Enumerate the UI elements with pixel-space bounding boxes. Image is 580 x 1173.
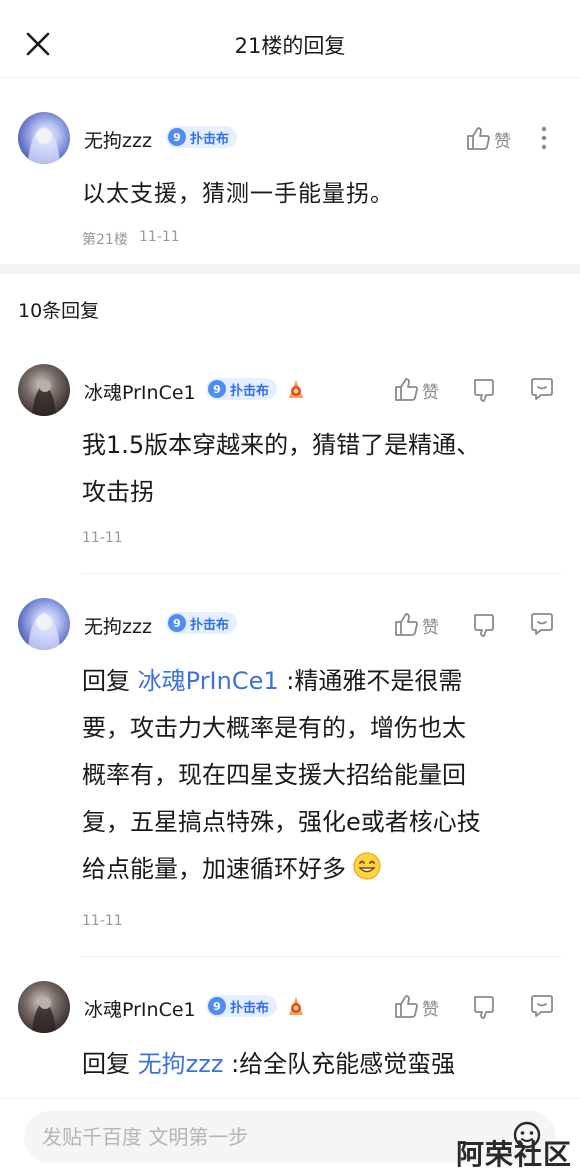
reply-line: 回复 无拘zzz :给全队充能感觉蛮强	[82, 1041, 562, 1088]
like-label[interactable]: 赞	[494, 127, 511, 152]
like-label[interactable]: 赞	[422, 995, 439, 1020]
thumbs-up-icon[interactable]	[392, 375, 420, 403]
reply-line: 复，五星搞点特殊，强化e或者核心技	[82, 808, 481, 836]
reply-date: 11-11	[82, 530, 123, 546]
section-divider	[0, 264, 580, 274]
reply-line: 概率有，现在四星支援大招给能量回	[82, 761, 466, 789]
fan-medal-icon	[289, 380, 303, 398]
username[interactable]: 无拘zzz	[84, 126, 152, 153]
username[interactable]: 冰魂PrInCe1	[84, 378, 196, 405]
like-label[interactable]: 赞	[422, 378, 439, 403]
reply-date: 11-11	[82, 913, 123, 929]
divider	[82, 956, 562, 957]
post-content: 以太支援，猜测一手能量拐。	[82, 181, 394, 207]
reply-content: 回复 无拘zzz :给全队充能感觉蛮强	[82, 1041, 562, 1088]
comment-icon[interactable]	[528, 610, 556, 638]
level-title: 扑击布	[230, 1000, 270, 1016]
mention-link[interactable]: 无拘zzz	[138, 1050, 224, 1078]
level-number: 9	[208, 380, 226, 398]
reply-content: 我1.5版本穿越来的，猜错了是精通、 攻击拐	[82, 422, 562, 516]
divider	[82, 573, 562, 574]
thumbs-down-icon[interactable]	[470, 376, 498, 404]
thumbs-up-icon[interactable]	[392, 610, 420, 638]
level-badge: 9 扑击布	[166, 612, 238, 634]
smile-emoji-icon	[353, 852, 381, 880]
reply-line: 要，攻击力大概率是有的，增伤也太	[82, 714, 466, 742]
level-badge: 9 扑击布	[166, 126, 238, 148]
thumbs-down-icon[interactable]	[470, 993, 498, 1021]
comment-icon[interactable]	[528, 375, 556, 403]
level-badge: 9 扑击布	[206, 995, 278, 1017]
floor-number: 第21楼	[82, 232, 128, 248]
avatar[interactable]	[18, 112, 70, 164]
reply-line: 攻击拐	[82, 478, 154, 506]
thumbs-up-icon[interactable]	[464, 124, 492, 152]
reply-line-rest: :给全队充能感觉蛮强	[231, 1050, 456, 1078]
reply-line: 回复 冰魂PrInCe1 :精通雅不是很需	[82, 658, 562, 705]
watermark: 阿荣社区	[455, 1138, 572, 1171]
more-options-icon[interactable]	[530, 124, 558, 152]
level-title: 扑击布	[190, 617, 230, 633]
reply-content: 回复 冰魂PrInCe1 :精通雅不是很需 要，攻击力大概率是有的，增伤也太 概…	[82, 658, 562, 893]
post-date: 11-11	[139, 229, 180, 245]
avatar[interactable]	[18, 364, 70, 416]
header-bar: 21楼的回复	[0, 0, 580, 78]
username[interactable]: 无拘zzz	[84, 612, 152, 639]
mention-link[interactable]: 冰魂PrInCe1	[138, 667, 279, 695]
level-number: 9	[208, 997, 226, 1015]
like-label[interactable]: 赞	[422, 613, 439, 638]
level-number: 9	[168, 128, 186, 146]
level-number: 9	[168, 614, 186, 632]
reply-line-rest: :精通雅不是很需	[286, 667, 463, 695]
username[interactable]: 冰魂PrInCe1	[84, 995, 196, 1022]
reply-line-text: 给点能量，加速循环好多	[82, 855, 346, 883]
level-title: 扑击布	[190, 131, 230, 147]
page-title: 21楼的回复	[234, 34, 346, 58]
thumbs-up-icon[interactable]	[392, 992, 420, 1020]
level-badge: 9 扑击布	[206, 378, 278, 400]
reply-line: 给点能量，加速循环好多	[82, 846, 562, 893]
reply-prefix: 回复	[82, 1050, 130, 1078]
reply-prefix: 回复	[82, 667, 130, 695]
reply-count: 10条回复	[18, 300, 100, 322]
avatar[interactable]	[18, 981, 70, 1033]
thumbs-down-icon[interactable]	[470, 611, 498, 639]
reply-line: 我1.5版本穿越来的，猜错了是精通、	[82, 431, 481, 459]
level-title: 扑击布	[230, 383, 270, 399]
fan-medal-icon	[289, 997, 303, 1015]
avatar[interactable]	[18, 598, 70, 650]
comment-icon[interactable]	[528, 992, 556, 1020]
